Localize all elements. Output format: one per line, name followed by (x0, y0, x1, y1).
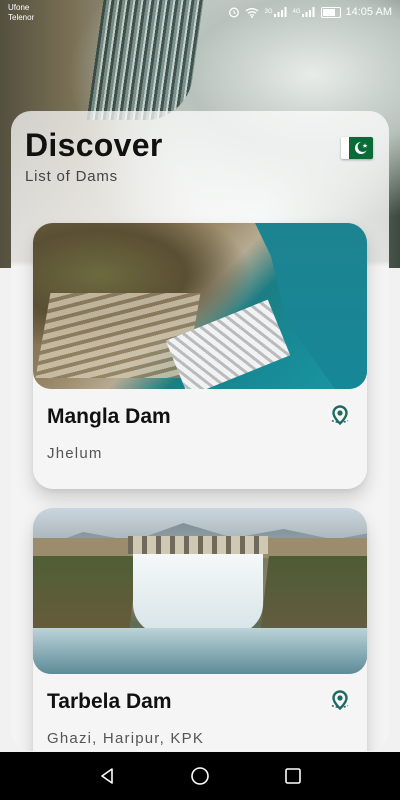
dam-name: Mangla Dam (47, 405, 171, 428)
dam-photo (33, 508, 367, 674)
dam-card-tarbela[interactable]: Tarbela Dam Ghazi, Haripur, KPK (33, 508, 367, 751)
status-time: 14:05 AM (345, 6, 392, 18)
home-icon (191, 767, 209, 785)
wifi-icon (246, 7, 259, 18)
network-2: 4G (292, 9, 301, 15)
main-sheet: Discover List of Dams Mangla Dam Jhelum (11, 111, 389, 751)
network-1: 3G (264, 9, 273, 15)
dam-name: Tarbela Dam (47, 690, 172, 713)
dam-card-mangla[interactable]: Mangla Dam Jhelum (33, 223, 367, 489)
location-pin-icon[interactable] (327, 403, 353, 429)
navigation-bar (0, 752, 400, 800)
back-button[interactable] (95, 764, 119, 788)
status-bar: Ufone Telenor 3G 4G 14:05 AM (0, 0, 400, 26)
dam-photo (33, 223, 367, 389)
page-subtitle: List of Dams (25, 168, 118, 185)
home-button[interactable] (188, 764, 212, 788)
carrier-2: Telenor (8, 13, 35, 22)
location-pin-icon[interactable] (327, 688, 353, 714)
recents-button[interactable] (281, 764, 305, 788)
signal-icon (301, 7, 315, 17)
alarm-icon (229, 7, 240, 18)
signal-icon (273, 7, 286, 17)
dam-location: Jhelum (47, 445, 103, 462)
pakistan-flag-icon[interactable] (341, 137, 373, 159)
carrier-labels: Ufone Telenor (8, 3, 34, 23)
status-icons: 3G 4G 14:05 AM (228, 6, 392, 18)
dam-location: Ghazi, Haripur, KPK (47, 730, 205, 747)
carrier-1: Ufone (8, 3, 30, 12)
recents-icon (285, 768, 302, 784)
battery-icon (320, 6, 341, 18)
back-icon (100, 768, 113, 784)
page-title: Discover (25, 127, 163, 163)
